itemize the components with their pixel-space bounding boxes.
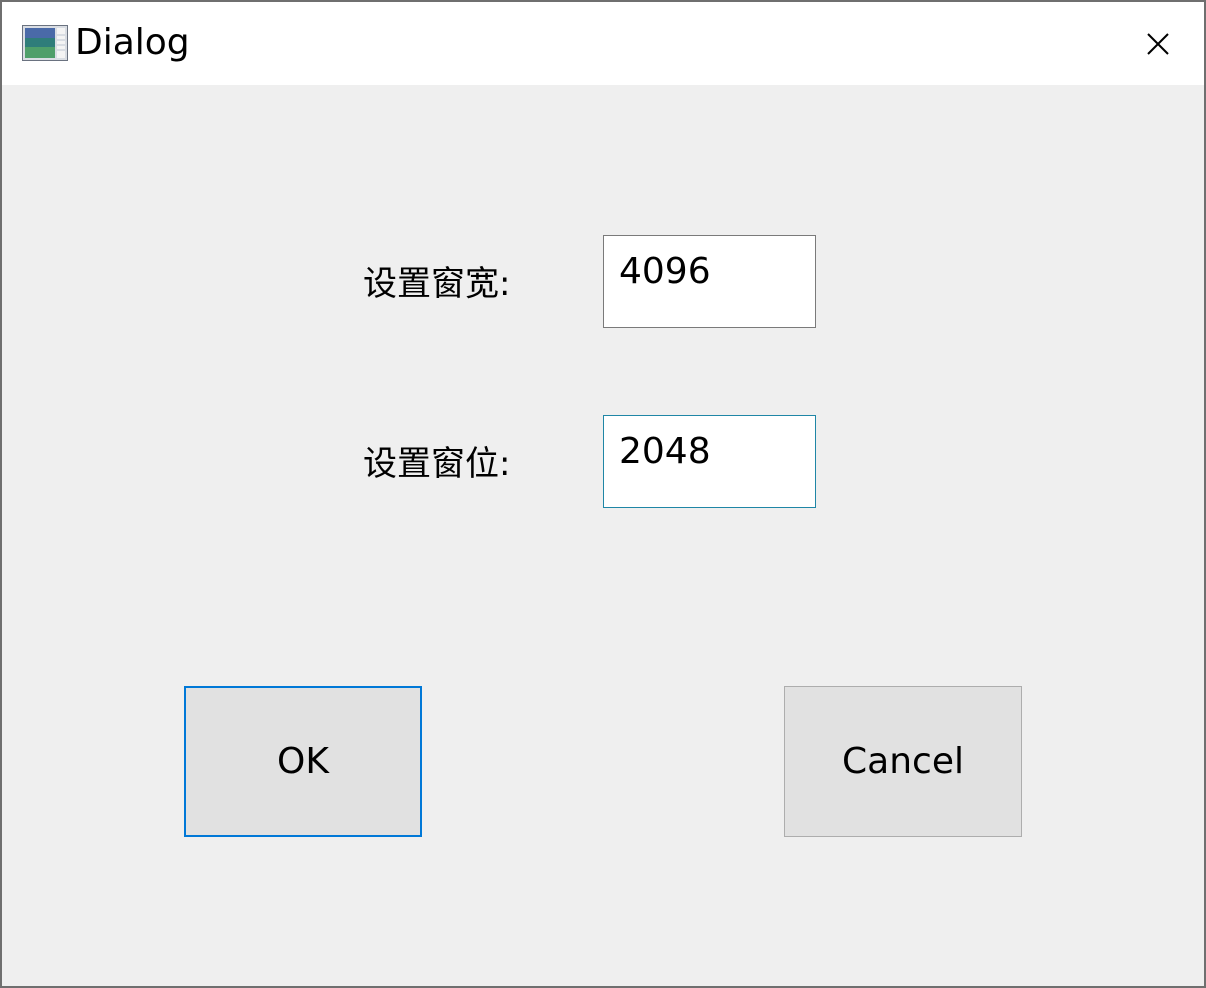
window-level-label: 设置窗位:: [363, 444, 511, 484]
close-button[interactable]: [1112, 2, 1204, 85]
window-level-input[interactable]: 2048: [603, 415, 816, 508]
window-title: Dialog: [75, 22, 190, 63]
ok-button[interactable]: OK: [184, 686, 422, 837]
cancel-button[interactable]: Cancel: [784, 686, 1022, 837]
app-window-icon: [22, 25, 68, 61]
close-icon: [1147, 32, 1169, 55]
window-width-input[interactable]: 4096: [603, 235, 816, 328]
dialog-window: Dialog 设置窗宽: 4096 设置窗位: 2048 OK Cancel: [0, 0, 1206, 988]
title-bar[interactable]: Dialog: [2, 2, 1204, 85]
window-width-label: 设置窗宽:: [363, 264, 511, 304]
